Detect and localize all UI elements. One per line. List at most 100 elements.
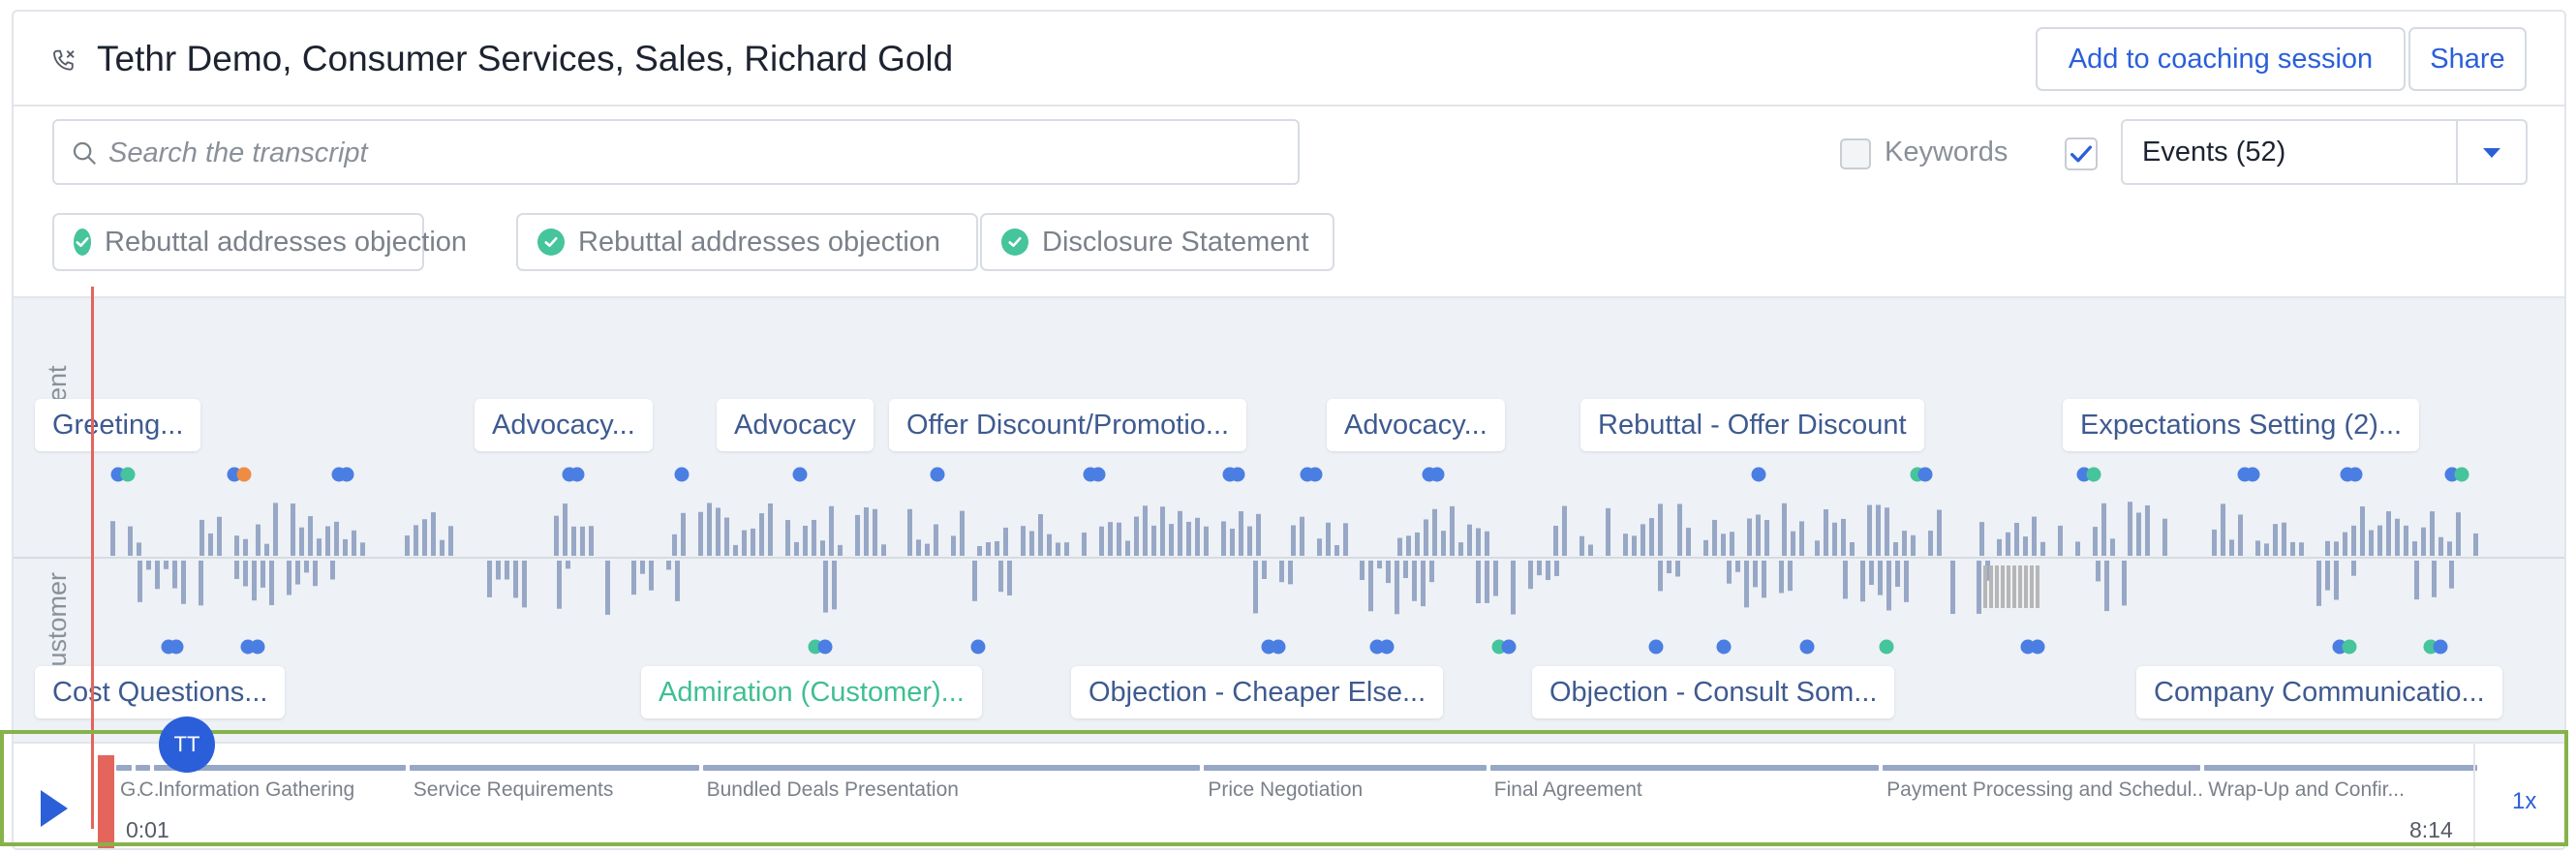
events-dropdown[interactable]: Events (52) — [2121, 119, 2528, 185]
chevron-down-icon[interactable] — [2483, 148, 2500, 158]
agent-event-marker[interactable] — [236, 467, 252, 482]
customer-event-marker[interactable] — [250, 639, 265, 655]
agent-event-marker[interactable] — [930, 467, 945, 482]
keywords-checkbox[interactable] — [1840, 138, 1871, 169]
events-checkbox[interactable] — [2065, 137, 2098, 170]
customer-event-marker[interactable] — [1648, 639, 1664, 655]
agent-speech-bar — [2212, 529, 2217, 556]
segment-track[interactable] — [114, 765, 2479, 773]
agent-event-marker[interactable] — [1307, 467, 1323, 482]
customer-event-marker[interactable] — [1716, 639, 1732, 655]
agent-speech-bar — [2162, 518, 2167, 556]
agent-speech-bar — [2290, 541, 2295, 556]
silence-marker — [2018, 565, 2022, 608]
customer-event-marker[interactable] — [1271, 639, 1286, 655]
customer-speech-bar — [304, 561, 309, 573]
customer-event-tag[interactable]: Admiration (Customer)... — [641, 666, 982, 718]
segment-bar[interactable] — [702, 765, 1201, 771]
playback-progress[interactable] — [98, 755, 114, 848]
customer-event-tag[interactable]: Company Communicatio... — [2136, 666, 2502, 718]
customer-speech-bar — [313, 561, 318, 587]
customer-event-marker[interactable] — [2433, 639, 2448, 655]
segment-bar[interactable] — [1883, 765, 2201, 771]
customer-speech-bar — [252, 561, 257, 601]
customer-event-marker[interactable] — [2030, 639, 2045, 655]
checkmark-icon — [2070, 145, 2092, 163]
agent-speech-bar — [343, 538, 348, 556]
agent-event-marker[interactable] — [2245, 467, 2260, 482]
customer-event-marker[interactable] — [1879, 639, 1894, 655]
chip-label: Disclosure Statement — [1042, 226, 1309, 258]
agent-speech-bar — [1195, 517, 1200, 556]
agent-event-marker[interactable] — [2454, 467, 2469, 482]
agent-speech-bar — [672, 534, 677, 556]
segment-bar[interactable] — [116, 765, 132, 771]
customer-event-marker[interactable] — [169, 639, 184, 655]
agent-event-marker[interactable] — [339, 467, 354, 482]
silence-marker — [1995, 565, 1999, 608]
agent-event-tag[interactable]: Expectations Setting (2)... — [2063, 399, 2420, 451]
customer-event-marker[interactable] — [1501, 639, 1517, 655]
agent-event-marker[interactable] — [2086, 467, 2101, 482]
customer-speech-bar — [1735, 561, 1740, 572]
agent-speech-bar — [1317, 538, 1322, 556]
agent-speech-bar — [2343, 532, 2347, 556]
agent-speech-bar — [742, 530, 747, 556]
share-button[interactable]: Share — [2408, 27, 2527, 91]
event-filter-chip[interactable]: Rebuttal addresses objection — [52, 213, 467, 271]
agent-event-marker[interactable] — [1751, 467, 1766, 482]
agent-speech-bar — [291, 503, 295, 556]
avatar[interactable]: TT — [159, 717, 215, 773]
agent-speech-bar — [1151, 525, 1156, 556]
playback-speed-button[interactable]: 1x — [2512, 788, 2536, 815]
check-circle-icon — [537, 229, 565, 256]
customer-event-marker[interactable] — [1379, 639, 1395, 655]
agent-speech-bar — [2421, 527, 2426, 556]
customer-event-marker[interactable] — [817, 639, 833, 655]
agent-event-marker[interactable] — [2347, 467, 2363, 482]
event-filter-chip[interactable]: Disclosure Statement — [980, 213, 1334, 271]
agent-event-marker[interactable] — [1230, 467, 1245, 482]
playhead[interactable] — [91, 287, 94, 829]
agent-event-tag[interactable]: Advocacy... — [475, 399, 653, 451]
agent-speech-bar — [2145, 504, 2150, 556]
agent-speech-bar — [1003, 527, 1008, 556]
agent-event-tag[interactable]: Advocacy... — [1327, 399, 1505, 451]
agent-event-marker[interactable] — [1917, 467, 1933, 482]
customer-speech-bar — [522, 561, 527, 608]
agent-event-marker[interactable] — [1429, 467, 1445, 482]
segment-bar[interactable] — [1204, 765, 1487, 771]
agent-event-tag[interactable]: Offer Discount/Promotio... — [889, 399, 1247, 451]
agent-event-marker[interactable] — [792, 467, 808, 482]
agent-event-marker[interactable] — [1090, 467, 1106, 482]
agent-speech-bar — [1562, 505, 1567, 556]
customer-event-tag[interactable]: Objection - Cheaper Else... — [1071, 666, 1444, 718]
agent-speech-bar — [431, 512, 436, 556]
customer-speech-bar — [823, 561, 828, 613]
customer-event-marker[interactable] — [1799, 639, 1815, 655]
agent-speech-bar — [1606, 507, 1610, 556]
play-icon[interactable] — [41, 790, 68, 827]
segment-bar[interactable] — [1489, 765, 1880, 771]
agent-event-tag[interactable]: Advocacy — [717, 399, 874, 451]
agent-event-marker[interactable] — [120, 467, 136, 482]
customer-event-tag[interactable]: Objection - Consult Som... — [1532, 666, 1895, 718]
agent-event-tag[interactable]: Greeting... — [35, 399, 201, 451]
customer-event-tag[interactable]: Cost Questions... — [35, 666, 286, 718]
transcript-search[interactable] — [52, 119, 1300, 185]
call-timeline[interactable]: Agent Customer Greeting... Advocacy... A… — [14, 296, 2564, 742]
customer-event-marker[interactable] — [970, 639, 986, 655]
segment-bar[interactable] — [2204, 765, 2477, 771]
total-duration: 8:14 — [2409, 817, 2453, 842]
agent-event-tag[interactable]: Rebuttal - Offer Discount — [1580, 399, 1924, 451]
segment-bar[interactable] — [135, 765, 151, 771]
agent-event-marker[interactable] — [674, 467, 690, 482]
customer-event-marker[interactable] — [2342, 639, 2357, 655]
event-filter-chip[interactable]: Rebuttal addresses objection — [516, 213, 978, 271]
agent-event-marker[interactable] — [569, 467, 585, 482]
agent-speech-bar — [1169, 524, 1174, 556]
segment-bar[interactable] — [409, 765, 699, 771]
search-input[interactable] — [108, 135, 1271, 171]
add-to-coaching-session-button[interactable]: Add to coaching session — [2036, 27, 2406, 91]
agent-speech-bar — [785, 520, 790, 556]
